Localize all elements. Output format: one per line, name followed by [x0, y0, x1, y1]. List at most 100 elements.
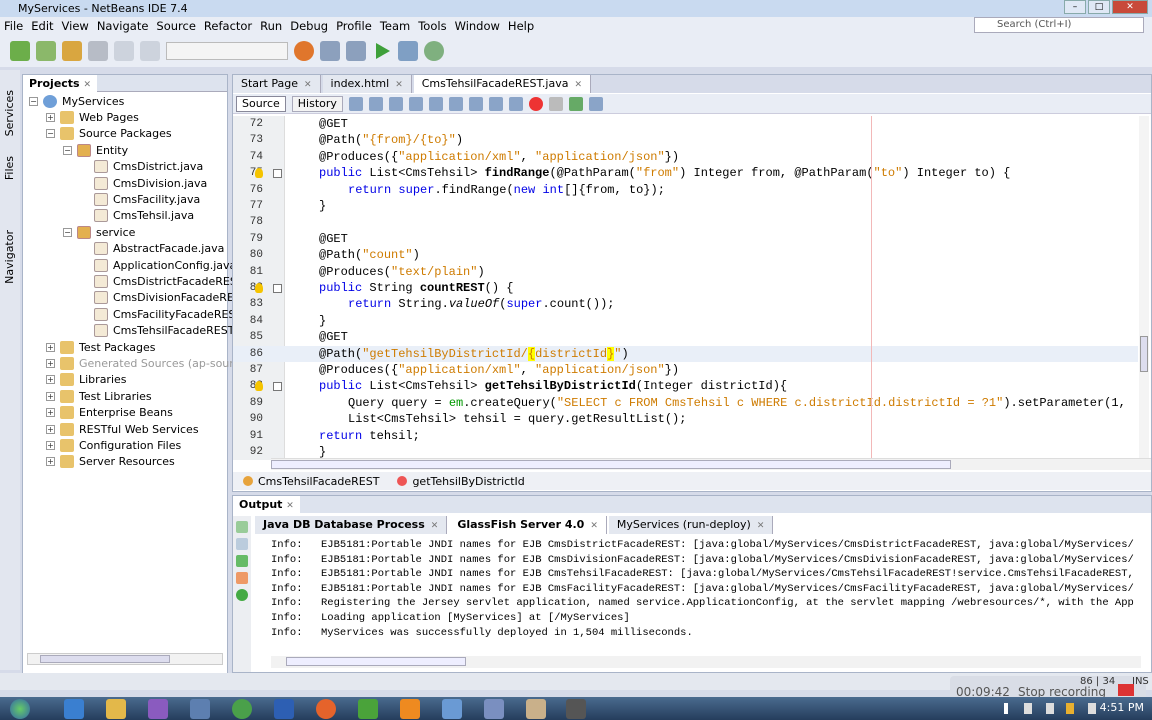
menu-edit[interactable]: Edit	[27, 19, 57, 33]
menu-window[interactable]: Window	[451, 19, 504, 33]
hint-bulb-icon[interactable]	[255, 381, 263, 392]
tree-item[interactable]: CmsDistrict.java	[94, 159, 203, 175]
expand-icon[interactable]: +	[46, 342, 55, 352]
toggle-bookmark-icon[interactable]	[468, 96, 483, 111]
tree-item[interactable]: ApplicationConfig.java	[94, 257, 236, 273]
recorder-icon[interactable]	[526, 699, 546, 719]
vlc-icon[interactable]	[400, 699, 420, 719]
collapse-icon[interactable]: −	[63, 145, 72, 155]
expand-icon[interactable]: +	[46, 358, 55, 368]
close-icon[interactable]: ✕	[83, 80, 91, 90]
explorer-icon[interactable]	[106, 699, 126, 719]
history-button[interactable]: History	[291, 95, 343, 112]
tree-item[interactable]: CmsDivisionFacadeREST.j	[94, 290, 253, 306]
volume-icon[interactable]	[1088, 703, 1096, 714]
rerun-with-params-icon[interactable]	[236, 538, 248, 550]
firefox-icon[interactable]	[316, 699, 336, 719]
expand-icon[interactable]: +	[46, 391, 55, 401]
close-icon[interactable]: ✕	[286, 501, 294, 511]
horizontal-scrollbar[interactable]	[27, 653, 223, 665]
find-icon[interactable]	[388, 96, 403, 111]
horizontal-scrollbar[interactable]	[271, 656, 1141, 668]
close-button[interactable]: ✕	[1112, 0, 1148, 14]
collapse-icon[interactable]: −	[46, 129, 55, 139]
menu-profile[interactable]: Profile	[332, 19, 376, 33]
tree-item[interactable]: − Source Packages	[46, 126, 172, 142]
rerun-icon[interactable]	[236, 521, 248, 533]
fold-icon[interactable]	[273, 284, 282, 293]
tree-item[interactable]: + Configuration Files	[46, 437, 181, 453]
open-project-icon[interactable]	[62, 41, 82, 61]
close-icon[interactable]: ✕	[590, 521, 598, 531]
browser-icon[interactable]	[294, 41, 314, 61]
refresh-icon[interactable]	[236, 589, 248, 601]
start-button-icon[interactable]	[10, 699, 30, 719]
close-icon[interactable]: ✕	[395, 80, 403, 90]
forward-icon[interactable]	[368, 96, 383, 111]
expand-icon[interactable]: +	[46, 112, 55, 122]
hint-bulb-icon[interactable]	[255, 168, 263, 179]
save-all-icon[interactable]	[88, 41, 108, 61]
profile-icon[interactable]	[424, 41, 444, 61]
configuration-select[interactable]	[166, 42, 288, 60]
toggle-highlight-icon[interactable]	[448, 96, 463, 111]
breadcrumb-method[interactable]: getTehsilByDistrictId	[397, 475, 525, 488]
uncomment-icon[interactable]	[588, 96, 603, 111]
tree-item[interactable]: + Web Pages	[46, 109, 139, 125]
menu-debug[interactable]: Debug	[286, 19, 332, 33]
camera-icon[interactable]	[566, 699, 586, 719]
expand-icon[interactable]: +	[46, 375, 55, 385]
hint-bulb-icon[interactable]	[255, 283, 263, 293]
maximize-button[interactable]: □	[1088, 0, 1110, 14]
back-icon[interactable]	[348, 96, 363, 111]
battery-icon[interactable]	[1046, 703, 1054, 714]
close-icon[interactable]: ✕	[574, 80, 582, 90]
fold-icon[interactable]	[273, 169, 282, 179]
app-icon[interactable]	[442, 699, 462, 719]
new-file-icon[interactable]	[10, 41, 30, 61]
shift-right-icon[interactable]	[508, 96, 523, 111]
menu-team[interactable]: Team	[376, 19, 414, 33]
clean-build-icon[interactable]	[346, 41, 366, 61]
menu-refactor[interactable]: Refactor	[200, 19, 256, 33]
menu-help[interactable]: Help	[504, 19, 538, 33]
menu-tools[interactable]: Tools	[414, 19, 450, 33]
menu-view[interactable]: View	[58, 19, 93, 33]
stop-icon[interactable]	[236, 572, 248, 584]
debug-icon[interactable]	[398, 41, 418, 61]
collapse-icon[interactable]: −	[63, 227, 72, 237]
tree-item[interactable]: + Libraries	[46, 372, 127, 388]
expand-icon[interactable]: +	[46, 457, 55, 467]
expand-icon[interactable]: +	[46, 424, 55, 434]
media-icon[interactable]	[148, 699, 168, 719]
fast-forward-icon[interactable]	[236, 555, 248, 567]
expand-icon[interactable]: +	[46, 408, 55, 418]
tree-item[interactable]: + Test Packages	[46, 339, 155, 355]
minimize-button[interactable]: –	[1064, 0, 1086, 14]
collapse-icon[interactable]: −	[29, 96, 38, 106]
run-icon[interactable]	[376, 43, 390, 59]
stop-macro-icon[interactable]	[548, 96, 563, 111]
output-tab-1[interactable]: GlassFish Server 4.0 ✕	[449, 516, 607, 534]
horizontal-scrollbar[interactable]	[271, 458, 1151, 470]
menu-file[interactable]: File	[0, 19, 27, 33]
source-button[interactable]: Source	[236, 95, 286, 112]
services-tab[interactable]: Services	[3, 90, 16, 136]
app-icon[interactable]	[190, 699, 210, 719]
show-hidden-icons-icon[interactable]	[1004, 703, 1008, 714]
chrome-icon[interactable]	[232, 699, 252, 719]
expand-icon[interactable]: +	[46, 440, 55, 450]
tree-item[interactable]: + Server Resources	[46, 454, 175, 470]
network-icon[interactable]	[1066, 703, 1074, 714]
menu-source[interactable]: Source	[152, 19, 200, 33]
fold-icon[interactable]	[273, 382, 282, 392]
tree-item[interactable]: CmsDivision.java	[94, 175, 207, 191]
output-tab[interactable]: Output ✕	[233, 496, 300, 513]
tab-cmstehsilfacaderest-java[interactable]: CmsTehsilFacadeREST.java ✕	[413, 75, 591, 93]
files-tab[interactable]: Files	[3, 156, 16, 180]
output-tab-0[interactable]: Java DB Database Process ✕	[255, 516, 448, 534]
ie-icon[interactable]	[64, 699, 84, 719]
find-next-icon[interactable]	[428, 96, 443, 111]
netbeans-icon[interactable]	[484, 699, 504, 719]
tab-index-html[interactable]: index.html ✕	[322, 75, 412, 93]
